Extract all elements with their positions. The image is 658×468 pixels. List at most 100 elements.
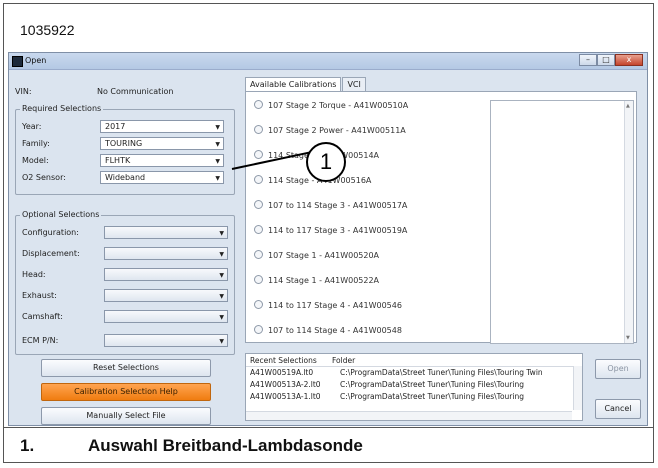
family-select[interactable]: TOURING ▼: [100, 137, 224, 150]
model-select[interactable]: FLHTK ▼: [100, 154, 224, 167]
scroll-down-icon[interactable]: ▼: [626, 335, 630, 341]
tab-vci[interactable]: VCI: [342, 77, 366, 91]
calibration-label: 107 Stage 2 Torque - A41W00510A: [268, 101, 409, 110]
year-label: Year:: [22, 122, 42, 131]
minimize-button[interactable]: –: [579, 54, 597, 66]
radio-icon: [254, 325, 263, 334]
calibration-label: 107 Stage 1 - A41W00520A: [268, 251, 380, 260]
calibration-option[interactable]: 114 to 117 Stage 4 - A41W00546: [254, 300, 402, 310]
configuration-row: Configuration: ▼: [20, 226, 232, 240]
close-button[interactable]: x: [615, 54, 643, 66]
caption-number: 1.: [20, 436, 35, 455]
cancel-button[interactable]: Cancel: [595, 399, 641, 419]
recent-selections-list: Recent Selections Folder A41W00519A.lt0 C…: [245, 353, 583, 421]
exhaust-select[interactable]: ▼: [104, 289, 228, 302]
chevron-down-icon: ▼: [215, 175, 220, 182]
calibration-label: 107 to 114 Stage 4 - A41W00548: [268, 326, 402, 335]
model-value: FLHTK: [105, 156, 131, 165]
head-select[interactable]: ▼: [104, 268, 228, 281]
o2-sensor-select[interactable]: Wideband ▼: [100, 171, 224, 184]
caption-divider: [3, 427, 654, 428]
configuration-select[interactable]: ▼: [104, 226, 228, 239]
recent-vertical-scrollbar[interactable]: [573, 366, 582, 410]
head-label: Head:: [22, 270, 46, 279]
radio-icon: [254, 200, 263, 209]
calibration-label: 107 to 114 Stage 3 - A41W00517A: [268, 201, 408, 210]
recent-file: A41W00513A-2.lt0: [250, 380, 321, 389]
radio-icon: [254, 100, 263, 109]
model-label: Model:: [22, 156, 49, 165]
figure-caption: 1. Auswahl Breitband-Lambdasonde: [20, 436, 363, 456]
radio-icon: [254, 125, 263, 134]
camshaft-select[interactable]: ▼: [104, 310, 228, 323]
vin-label: VIN:: [15, 87, 32, 96]
open-dialog: Open – □ x VIN: No Communication Require…: [8, 52, 648, 426]
o2-sensor-value: Wideband: [105, 173, 146, 182]
tab-available-calibrations[interactable]: Available Calibrations: [245, 77, 342, 92]
app-icon: [12, 56, 23, 67]
required-selections-group: Required Selections Year: 2017 ▼ Family: …: [15, 104, 235, 195]
optional-selections-legend: Optional Selections: [20, 210, 102, 219]
open-button[interactable]: Open: [595, 359, 641, 379]
manually-select-file-button[interactable]: Manually Select File: [41, 407, 211, 425]
o2-sensor-label: O2 Sensor:: [22, 173, 66, 182]
ecm-pn-select[interactable]: ▼: [104, 334, 228, 347]
chevron-down-icon: ▼: [215, 124, 220, 131]
ecm-pn-label: ECM P/N:: [22, 336, 59, 345]
calibration-option[interactable]: 107 to 114 Stage 4 - A41W00548: [254, 325, 402, 335]
chevron-down-icon: ▼: [219, 314, 224, 321]
calibration-preview-box: ▲ ▼: [490, 100, 634, 344]
family-row: Family: TOURING ▼: [20, 137, 232, 151]
ecm-pn-row: ECM P/N: ▼: [20, 334, 232, 348]
calibration-label: 114 to 117 Stage 4 - A41W00546: [268, 301, 402, 310]
calibration-option[interactable]: 107 Stage 1 - A41W00520A: [254, 250, 379, 260]
chevron-down-icon: ▼: [219, 338, 224, 345]
calibration-list-panel: 107 Stage 2 Torque - A41W00510A 107 Stag…: [245, 91, 637, 344]
exhaust-label: Exhaust:: [22, 291, 57, 300]
title-bar: Open – □ x: [9, 53, 647, 70]
year-select[interactable]: 2017 ▼: [100, 120, 224, 133]
reset-selections-button[interactable]: Reset Selections: [41, 359, 211, 377]
optional-selections-group: Optional Selections Configuration: ▼ Dis…: [15, 210, 235, 355]
chevron-down-icon: ▼: [215, 141, 220, 148]
calibration-selection-help-button[interactable]: Calibration Selection Help: [41, 383, 211, 401]
radio-icon: [254, 175, 263, 184]
configuration-label: Configuration:: [22, 228, 79, 237]
folder-header: Folder: [332, 356, 356, 365]
recent-folder: C:\ProgramData\Street Tuner\Tuning Files…: [340, 380, 524, 389]
displacement-label: Displacement:: [22, 249, 80, 258]
window-controls: – □ x: [579, 54, 643, 67]
displacement-select[interactable]: ▼: [104, 247, 228, 260]
scroll-up-icon[interactable]: ▲: [626, 103, 630, 109]
caption-text: Auswahl Breitband-Lambdasonde: [88, 436, 363, 455]
calibration-option[interactable]: 107 Stage 2 Torque - A41W00510A: [254, 100, 408, 110]
recent-folder: C:\ProgramData\Street Tuner\Tuning Files…: [340, 368, 543, 377]
calibration-option[interactable]: 107 Stage 2 Power - A41W00511A: [254, 125, 406, 135]
calibration-option[interactable]: 114 to 117 Stage 3 - A41W00519A: [254, 225, 407, 235]
recent-file: A41W00513A-1.lt0: [250, 392, 321, 401]
calibration-option[interactable]: 107 to 114 Stage 3 - A41W00517A: [254, 200, 407, 210]
calibration-option[interactable]: 114 Stage 1 - A41W00522A: [254, 275, 379, 285]
recent-row[interactable]: A41W00519A.lt0 C:\ProgramData\Street Tune…: [250, 368, 543, 377]
camshaft-label: Camshaft:: [22, 312, 63, 321]
radio-icon: [254, 250, 263, 259]
recent-row[interactable]: A41W00513A-2.lt0 C:\ProgramData\Street Tu…: [250, 380, 524, 389]
year-row: Year: 2017 ▼: [20, 120, 232, 134]
maximize-button[interactable]: □: [597, 54, 615, 66]
document-id: 1035922: [20, 22, 75, 38]
radio-icon: [254, 150, 263, 159]
recent-row[interactable]: A41W00513A-1.lt0 C:\ProgramData\Street Tu…: [250, 392, 524, 401]
calibration-label: 107 Stage 2 Power - A41W00511A: [268, 126, 406, 135]
exhaust-row: Exhaust: ▼: [20, 289, 232, 303]
vin-value: No Communication: [97, 87, 174, 96]
recent-horizontal-scrollbar[interactable]: [246, 411, 572, 420]
head-row: Head: ▼: [20, 268, 232, 282]
recent-file: A41W00519A.lt0: [250, 368, 314, 377]
required-selections-legend: Required Selections: [20, 104, 104, 113]
chevron-down-icon: ▼: [219, 272, 224, 279]
family-value: TOURING: [105, 139, 143, 148]
year-value: 2017: [105, 122, 126, 131]
radio-icon: [254, 300, 263, 309]
tab-bar: Available Calibrations VCI: [245, 77, 367, 92]
preview-scrollbar[interactable]: ▲ ▼: [624, 101, 633, 343]
